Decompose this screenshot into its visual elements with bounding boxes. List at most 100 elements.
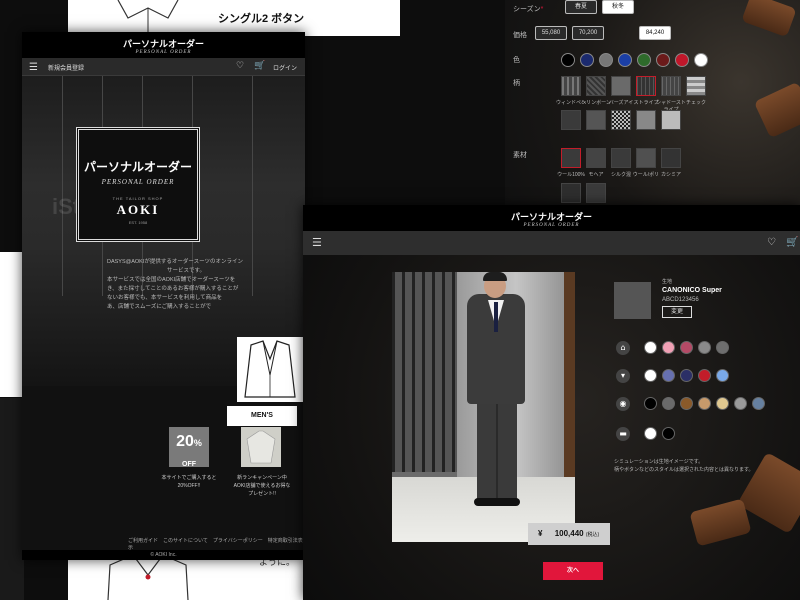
pattern-swatch[interactable] [611,110,631,130]
price-symbol: ¥ [538,529,543,538]
product-nav-bar: ☰ ♡ 🛒 [303,231,800,255]
footer-links[interactable]: ご利用ガイド このサイトについて プライバシーポリシー 特定商取引法表示 [128,537,305,551]
sheet-title: シングル2 ボタン [218,13,305,25]
lining-swatch[interactable] [662,341,675,354]
fabric-thumbnail[interactable] [614,282,651,319]
lining-swatch[interactable] [644,341,657,354]
lining-swatch[interactable] [698,341,711,354]
desc-line: あ、店舗でスムーズにご購入することがで [107,304,212,310]
heart-icon[interactable]: ♡ [236,61,244,71]
pattern-swatch[interactable] [586,76,606,96]
button-swatch[interactable] [644,397,657,410]
product-header-logo[interactable]: パーソナルオーダー [303,205,800,223]
login-link[interactable]: ログイン [273,63,297,72]
lining-swatch[interactable] [680,341,693,354]
button-swatch[interactable] [716,397,729,410]
button-swatch[interactable] [734,397,747,410]
window-frame-line [62,76,63,296]
button-swatch[interactable] [698,397,711,410]
material-swatch[interactable] [611,148,631,168]
jacket-icon [244,340,296,398]
lining-swatch[interactable] [716,341,729,354]
material-swatch[interactable] [586,183,606,203]
footer-copyright: © AOKI Inc. [22,550,305,560]
landing-header: パーソナルオーダー PERSONAL ORDER [22,32,305,58]
tie-swatch[interactable] [680,369,693,382]
fabric-name: CANONICO Super [662,287,722,294]
hamburger-menu-icon[interactable]: ☰ [312,236,322,249]
promo-banner-campaign[interactable] [241,427,281,467]
material-swatch[interactable] [586,148,606,168]
promo2-caption: 新ランキャンペーン中 AOKI店舗で使えるお得な プレゼント!! [233,475,291,497]
season-label: シーズン* [513,6,544,13]
cart-icon[interactable]: 🛒 [254,61,265,71]
fabric-label: 生地 [662,279,673,285]
cart-icon[interactable]: 🛒 [786,237,798,248]
pattern-swatch[interactable] [636,110,656,130]
pattern-swatch-selected[interactable] [636,76,656,96]
hero-logo-en: PERSONAL ORDER [101,178,175,186]
pattern-swatch[interactable] [686,76,706,96]
season-option-autumn[interactable]: 秋冬 [602,0,634,14]
price-option-1[interactable]: 55,080 [535,26,567,40]
configurator-screen: シーズン* 春夏 秋冬 価格 55,080 70,200 84,240 色 柄 … [505,0,800,205]
simulation-note: シミュレーションは生地イメージです。 柄やボタンなどのスタイルは選択された内容と… [614,459,754,473]
shoe-swatch[interactable] [644,427,657,440]
tie-swatch[interactable] [644,369,657,382]
tie-swatch[interactable] [698,369,711,382]
color-swatch[interactable] [675,53,689,67]
hero-logo-ja: パーソナルオーダー [83,160,192,174]
mens-button[interactable]: MEN'S [227,406,297,426]
model-hair [483,272,507,281]
tie-swatch[interactable] [716,369,729,382]
hamburger-menu-icon[interactable]: ☰ [29,62,38,73]
next-button[interactable]: 次へ [543,562,603,580]
color-swatch[interactable] [656,53,670,67]
button-swatch[interactable] [662,397,675,410]
color-swatch[interactable] [637,53,651,67]
suit-pants [477,400,517,500]
color-swatch[interactable] [618,53,632,67]
material-swatch[interactable] [661,148,681,168]
landing-header-logo-sub: PERSONAL ORDER [135,50,192,55]
promo-discount-off: OFF [182,461,196,468]
price-option-3[interactable]: 84,240 [639,26,671,40]
tie-swatch[interactable] [662,369,675,382]
color-swatch[interactable] [580,53,594,67]
pattern-swatch[interactable] [661,110,681,130]
button-swatch[interactable] [752,397,765,410]
pattern-swatch[interactable] [661,76,681,96]
jacket-outline-icon [117,0,179,36]
color-swatch[interactable] [694,53,708,67]
material-swatch[interactable] [561,183,581,203]
material-swatch-selected[interactable] [561,148,581,168]
heart-icon[interactable]: ♡ [767,237,776,248]
mens-jacket-image[interactable] [237,337,303,402]
hero-logo-since: EST. 1958 [128,220,148,225]
pattern-swatch[interactable] [561,110,581,130]
season-option-spring[interactable]: 春夏 [565,0,597,14]
register-link[interactable]: 新規会員登録 [48,63,84,72]
promo-banner-discount[interactable]: 20% OFF [169,427,209,468]
thread-spool-decoration [753,81,800,139]
desc-line: DASYS@AOKIが提供するオーダースーツのオンライン [107,259,243,265]
promo-discount-number: 20% [176,433,202,450]
button-swatch[interactable] [680,397,693,410]
background-sheet-bottom: ように。 [68,555,305,600]
pattern-swatch[interactable] [586,110,606,130]
background-sheet-top: シングル2 ボタン [68,0,400,36]
change-fabric-button[interactable]: 変更 [662,306,692,318]
aoki-personal-order-logo: パーソナルオーダー PERSONAL ORDER THE TAILOR SHOP… [76,127,200,242]
material-swatch[interactable] [636,148,656,168]
desc-line: 本サービスでは全国のAOKI店舗でオーダースーツを [107,277,236,283]
landing-nav-bar: ☰ 新規会員登録 ♡ 🛒 ログイン [22,58,305,76]
color-swatch[interactable] [561,53,575,67]
shoe-swatch[interactable] [662,427,675,440]
photo-background-door [392,272,457,472]
color-swatch[interactable] [599,53,613,67]
landing-header-logo[interactable]: パーソナルオーダー [22,32,305,50]
pattern-swatch[interactable] [561,76,581,96]
pattern-swatch[interactable] [611,76,631,96]
price-option-2[interactable]: 70,200 [572,26,604,40]
thread-spool-decoration-2 [741,0,797,38]
